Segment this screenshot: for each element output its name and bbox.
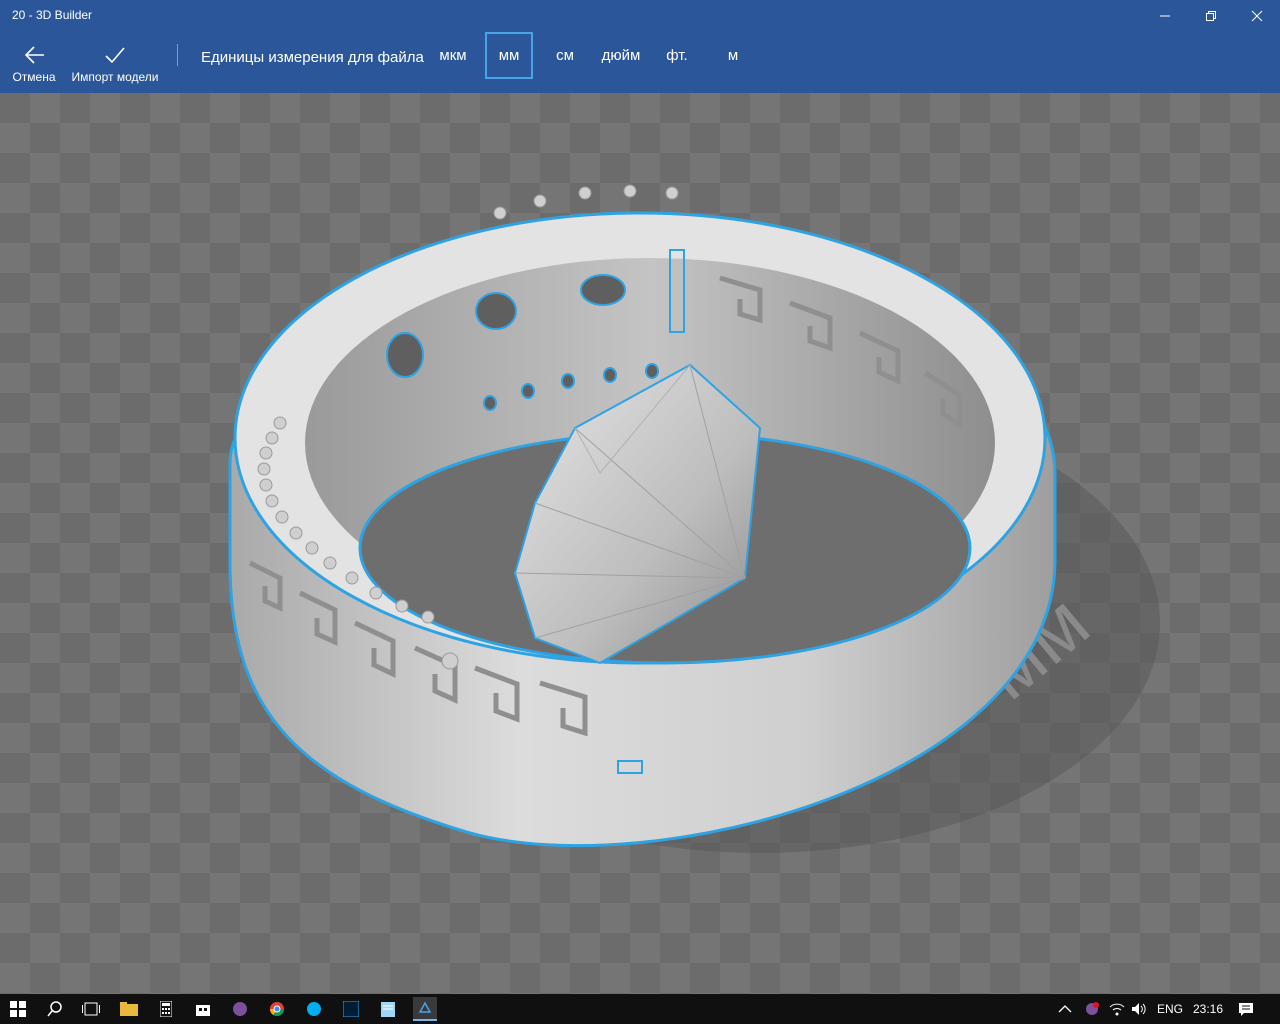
file-explorer-icon[interactable] bbox=[117, 997, 141, 1021]
minimize-icon bbox=[1160, 15, 1170, 17]
checkmark-icon bbox=[105, 47, 125, 64]
task-view-icon[interactable] bbox=[79, 997, 103, 1021]
unit-option-m[interactable]: м bbox=[716, 32, 750, 79]
units-label: Единицы измерения для файла bbox=[201, 49, 424, 66]
3d-viewport[interactable]: мм bbox=[0, 93, 1280, 994]
photoshop-icon[interactable] bbox=[339, 997, 363, 1021]
back-arrow-icon bbox=[24, 46, 44, 64]
close-button[interactable] bbox=[1234, 0, 1280, 32]
unit-option-um[interactable]: мкм bbox=[432, 32, 474, 79]
unit-option-ft[interactable]: фт. bbox=[658, 32, 696, 79]
restore-button[interactable] bbox=[1188, 0, 1234, 32]
unit-option-mm-selected[interactable]: мм bbox=[485, 32, 533, 79]
skype-icon[interactable] bbox=[302, 997, 326, 1021]
close-icon bbox=[1251, 10, 1263, 22]
command-bar: Отмена Импорт модели Единицы измерения д… bbox=[0, 32, 1280, 93]
app-header: 20 - 3D Builder Отмена Импорт модели Еди… bbox=[0, 0, 1280, 93]
search-icon[interactable] bbox=[43, 997, 67, 1021]
input-language-indicator[interactable]: ENG bbox=[1157, 994, 1183, 1024]
start-icon[interactable] bbox=[6, 997, 30, 1021]
ring-model-scene[interactable]: мм bbox=[0, 93, 1280, 994]
volume-icon[interactable] bbox=[1131, 994, 1147, 1024]
viber-icon[interactable] bbox=[228, 997, 252, 1021]
chevron-up-icon bbox=[1058, 1005, 1072, 1013]
toolbar-divider bbox=[177, 44, 178, 66]
viber-tray-icon[interactable] bbox=[1084, 994, 1100, 1024]
chrome-icon[interactable] bbox=[265, 997, 289, 1021]
restore-icon bbox=[1206, 11, 1216, 21]
store-icon[interactable] bbox=[191, 997, 215, 1021]
cancel-button[interactable]: Отмена bbox=[8, 32, 60, 93]
3d-builder-icon[interactable] bbox=[413, 997, 437, 1021]
windows-taskbar: ENG 23:16 bbox=[0, 994, 1280, 1024]
unit-option-cm[interactable]: см bbox=[545, 32, 585, 79]
import-model-button[interactable]: Импорт модели bbox=[68, 32, 162, 93]
unit-option-inch[interactable]: дюйм bbox=[596, 32, 646, 79]
title-bar: 20 - 3D Builder bbox=[0, 0, 1280, 32]
notepad-icon[interactable] bbox=[376, 997, 400, 1021]
import-model-label: Импорт модели bbox=[71, 70, 159, 84]
calculator-icon[interactable] bbox=[154, 997, 178, 1021]
minimize-button[interactable] bbox=[1142, 0, 1188, 32]
wifi-icon[interactable] bbox=[1109, 994, 1125, 1024]
show-hidden-icons-button[interactable] bbox=[1058, 994, 1072, 1024]
cancel-label: Отмена bbox=[12, 70, 56, 84]
action-center-icon[interactable] bbox=[1238, 994, 1254, 1024]
window-title: 20 - 3D Builder bbox=[12, 8, 93, 22]
clock-time[interactable]: 23:16 bbox=[1193, 994, 1223, 1024]
